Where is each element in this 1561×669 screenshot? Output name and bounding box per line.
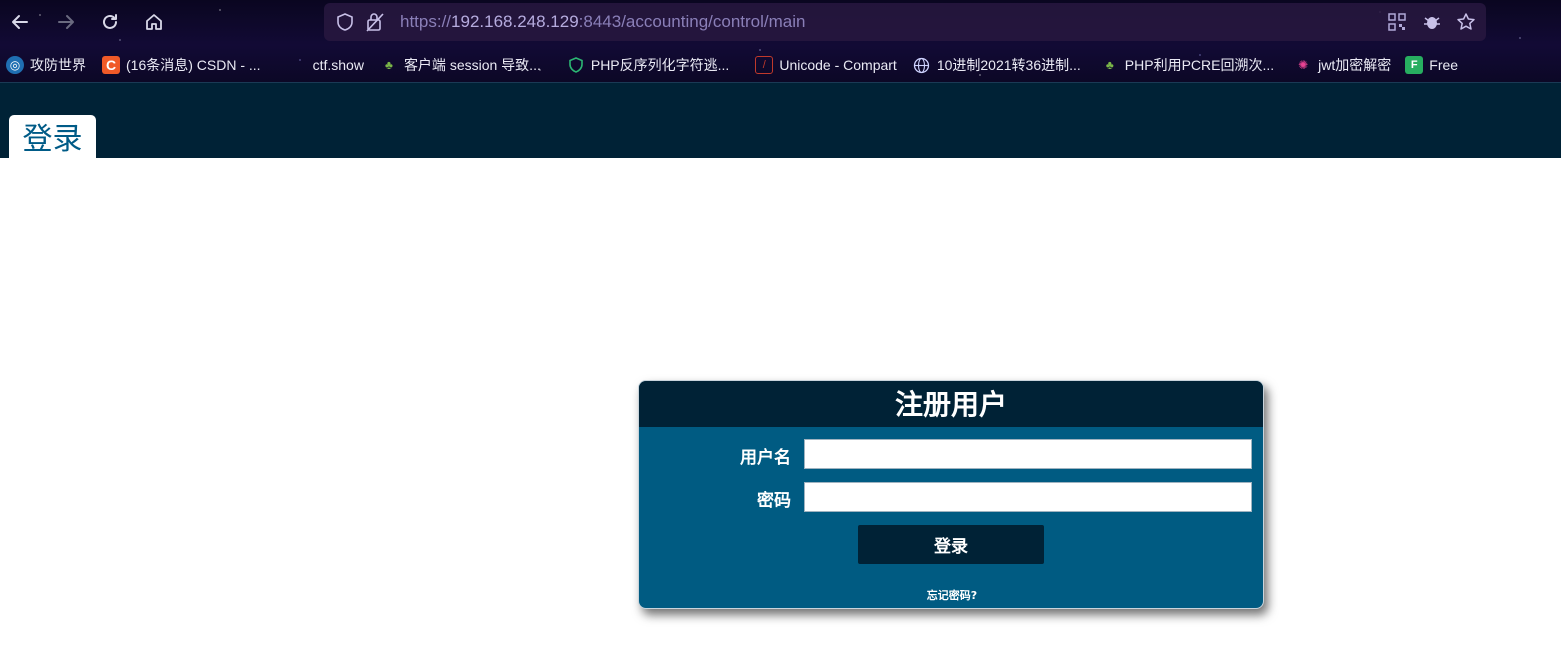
bookmark-star-icon[interactable] bbox=[1455, 11, 1477, 33]
reload-icon[interactable] bbox=[96, 8, 124, 36]
cactus-icon: ♣ bbox=[1105, 58, 1114, 72]
bookmarks-bar: ◎ 攻防世界 C (16条消息) CSDN - ... ctf.show ♣ 客… bbox=[0, 50, 1561, 80]
bookmark-label: Unicode - Compart bbox=[779, 57, 897, 73]
bookmark-item[interactable]: ctf.show bbox=[313, 52, 364, 78]
bookmark-item[interactable]: ◎ 攻防世界 bbox=[6, 52, 86, 78]
url-bar[interactable]: https://192.168.248.129:8443/accounting/… bbox=[324, 3, 1486, 41]
bookmark-item[interactable]: PHP反序列化字符逃... bbox=[567, 52, 729, 78]
bookmark-label: Free bbox=[1429, 57, 1459, 73]
url-path: :8443/accounting/control/main bbox=[578, 12, 806, 31]
username-label: 用户名 bbox=[740, 448, 791, 468]
login-title: 注册用户 bbox=[639, 381, 1263, 427]
freebuf-icon: F bbox=[1405, 56, 1424, 74]
browser-chrome: https://192.168.248.129:8443/accounting/… bbox=[0, 0, 1561, 82]
tracking-shield-icon[interactable] bbox=[334, 11, 356, 33]
bookmark-label: ctf.show bbox=[312, 57, 364, 73]
bookmark-item[interactable]: 10进制2021转36进制... bbox=[913, 52, 1081, 78]
bookmark-item[interactable]: F Free bbox=[1405, 52, 1458, 78]
username-input[interactable] bbox=[804, 439, 1252, 469]
login-box: 注册用户 用户名 密码 登录 忘记密码? bbox=[638, 380, 1264, 609]
bookmark-label: PHP利用PCRE回溯次... bbox=[1124, 57, 1275, 73]
bookmark-item[interactable]: ♣ 客户端 session 导致... bbox=[380, 52, 541, 78]
globe-icon bbox=[913, 56, 931, 74]
tab-login[interactable]: 登录 bbox=[9, 115, 96, 159]
bookmark-label: PHP反序列化字符逃... bbox=[590, 57, 730, 73]
cactus-icon: ♣ bbox=[385, 58, 393, 72]
forward-arrow-icon[interactable] bbox=[52, 8, 80, 36]
password-input[interactable] bbox=[804, 482, 1252, 512]
forgot-password-link[interactable]: 忘记密码? bbox=[639, 587, 1263, 603]
compart-icon: / bbox=[755, 56, 774, 74]
username-row: 用户名 bbox=[639, 439, 1263, 469]
bookmark-label: 10进制2021转36进制... bbox=[936, 57, 1081, 73]
bookmark-label: (16条消息) CSDN - ... bbox=[126, 57, 261, 73]
qr-code-icon[interactable] bbox=[1386, 11, 1408, 33]
bookmark-item[interactable]: ♣ PHP利用PCRE回溯次... bbox=[1101, 52, 1274, 78]
shield-green-icon bbox=[567, 56, 585, 74]
bookmark-label: 客户端 session 导致... bbox=[403, 57, 541, 73]
insecure-lock-icon[interactable] bbox=[364, 11, 386, 33]
csdn-c-icon: C bbox=[102, 56, 120, 74]
password-label: 密码 bbox=[757, 491, 791, 511]
bookmark-item[interactable]: ✺ jwt加密解密 bbox=[1294, 52, 1391, 78]
url-prefix: https:// bbox=[400, 12, 452, 31]
extension-bug-icon[interactable] bbox=[1421, 11, 1443, 33]
login-button[interactable]: 登录 bbox=[858, 525, 1044, 564]
bookmark-item[interactable]: C (16条消息) CSDN - ... bbox=[102, 52, 261, 78]
app-header: 登录 bbox=[0, 82, 1561, 159]
url-text[interactable]: https://192.168.248.129:8443/accounting/… bbox=[400, 12, 805, 32]
back-arrow-icon[interactable] bbox=[6, 8, 34, 36]
url-host: 192.168.248.129 bbox=[451, 12, 579, 31]
bookmark-label: jwt加密解密 bbox=[1318, 57, 1392, 73]
home-icon[interactable] bbox=[140, 8, 168, 36]
globe-blue-icon: ◎ bbox=[6, 56, 24, 74]
bookmark-item[interactable]: / Unicode - Compart bbox=[755, 52, 897, 78]
password-row: 密码 bbox=[639, 482, 1263, 512]
pinwheel-icon: ✺ bbox=[1298, 58, 1309, 72]
bookmark-label: 攻防世界 bbox=[30, 57, 86, 73]
